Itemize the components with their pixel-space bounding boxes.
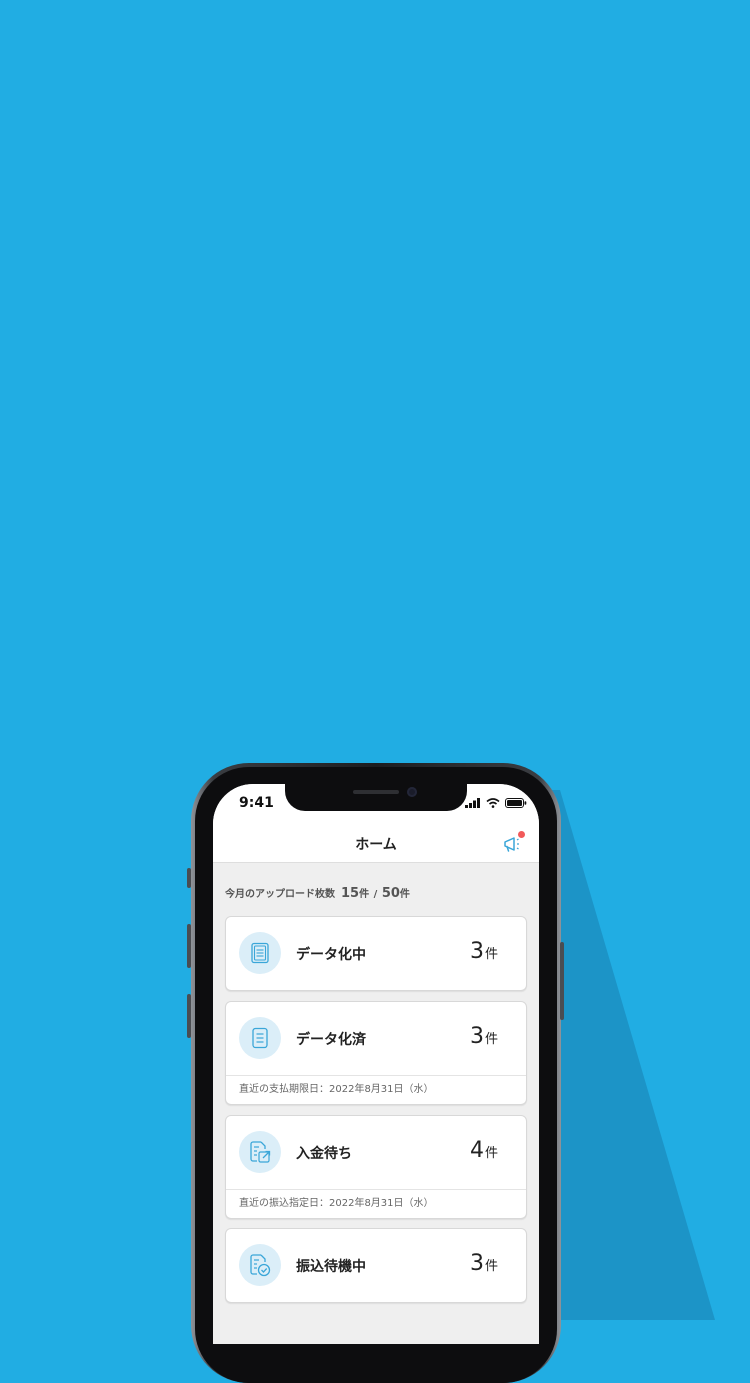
megaphone-icon[interactable] [501,831,527,855]
upload-count: 15件 / 50件 [341,886,410,901]
card-footer-text: 直近の支払期限日：2022年8月31日（水） [226,1075,526,1104]
phone-volume-up [187,924,191,968]
card-label: データ化中 [296,947,366,963]
card-label: 入金待ち [296,1146,352,1162]
page-title: ホーム [355,837,397,853]
upload-limit-unit: 件 [399,889,410,900]
card-footer-text: 直近の振込指定日：2022年8月31日（水） [226,1189,526,1218]
upload-separator: / [373,889,378,900]
signal-icon [465,798,480,808]
phone-mute-switch [187,868,191,888]
status-time: 9:41 [239,795,274,811]
phone-volume-down [187,994,191,1038]
status-card-processing[interactable]: データ化中 3件 [225,916,527,991]
card-count: 4件 [469,1138,498,1163]
status-card-awaiting-payment[interactable]: 入金待ち 4件 直近の振込指定日：2022年8月31日（水） [225,1115,527,1219]
notification-badge [518,831,525,838]
front-camera [407,787,417,797]
document-icon [239,1017,281,1059]
upload-current: 15 [341,886,360,901]
phone-screen: 9:41 ホーム 今月のアップロード枚数 15件 / 50件 データ化中 3件 … [213,784,539,1344]
upload-unit: 件 [359,889,370,900]
upload-label: 今月のアップロード枚数 [225,889,335,900]
document-processing-icon [239,932,281,974]
card-label: 振込待機中 [296,1259,366,1275]
card-count: 3件 [469,1251,498,1276]
status-card-transfer-waiting[interactable]: 振込待機中 3件 [225,1228,527,1303]
document-check-icon [239,1244,281,1286]
battery-icon [505,798,527,808]
phone-notch [285,784,467,811]
speaker-grille [353,790,399,794]
card-label: データ化済 [296,1032,366,1048]
phone-power-button [560,942,564,1020]
nav-bar: ホーム [213,824,539,863]
status-card-completed[interactable]: データ化済 3件 直近の支払期限日：2022年8月31日（水） [225,1001,527,1105]
upload-summary: 今月のアップロード枚数 15件 / 50件 [225,885,410,901]
document-export-icon [239,1131,281,1173]
status-icons [465,798,527,808]
card-count: 3件 [469,1024,498,1049]
card-count: 3件 [469,939,498,964]
upload-limit: 50 [381,886,400,901]
wifi-icon [486,798,500,808]
